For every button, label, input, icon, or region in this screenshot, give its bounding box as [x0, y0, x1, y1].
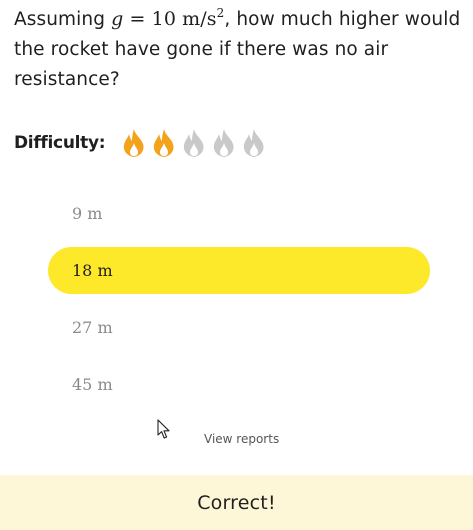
- answer-option[interactable]: 27 m: [48, 304, 430, 351]
- difficulty-label: Difficulty:: [14, 133, 106, 153]
- answer-label: 18 m: [72, 261, 113, 280]
- answer-label: 45 m: [72, 375, 113, 394]
- answer-option-selected[interactable]: 18 m: [48, 247, 430, 294]
- flame-icon-inactive: [214, 129, 234, 157]
- flame-icon-inactive: [244, 129, 264, 157]
- question-math: g = 10 m/s2: [111, 7, 224, 30]
- flame-icon-active: [124, 129, 144, 157]
- answer-choices: 9 m 18 m 27 m 45 m: [48, 190, 430, 418]
- quiz-page: Assuming g = 10 m/s2, how much higher wo…: [0, 0, 473, 530]
- math-variable: g: [111, 8, 124, 30]
- flame-icon-inactive: [184, 129, 204, 157]
- flame-icon-active: [154, 129, 174, 157]
- difficulty-flames: [119, 127, 269, 159]
- math-equation: = 10 m/s: [123, 8, 217, 30]
- view-reports-link[interactable]: View reports: [204, 432, 279, 446]
- answer-label: 27 m: [72, 318, 113, 337]
- answer-option[interactable]: 9 m: [48, 190, 430, 237]
- question-prefix: Assuming: [14, 9, 112, 30]
- answer-label: 9 m: [72, 204, 103, 223]
- answer-option[interactable]: 45 m: [48, 361, 430, 408]
- result-banner: Correct!: [0, 475, 473, 530]
- question-text: Assuming g = 10 m/s2, how much higher wo…: [14, 4, 464, 95]
- mouse-cursor-icon: [157, 419, 170, 439]
- result-text: Correct!: [197, 491, 276, 514]
- difficulty-rating: Difficulty:: [14, 126, 269, 160]
